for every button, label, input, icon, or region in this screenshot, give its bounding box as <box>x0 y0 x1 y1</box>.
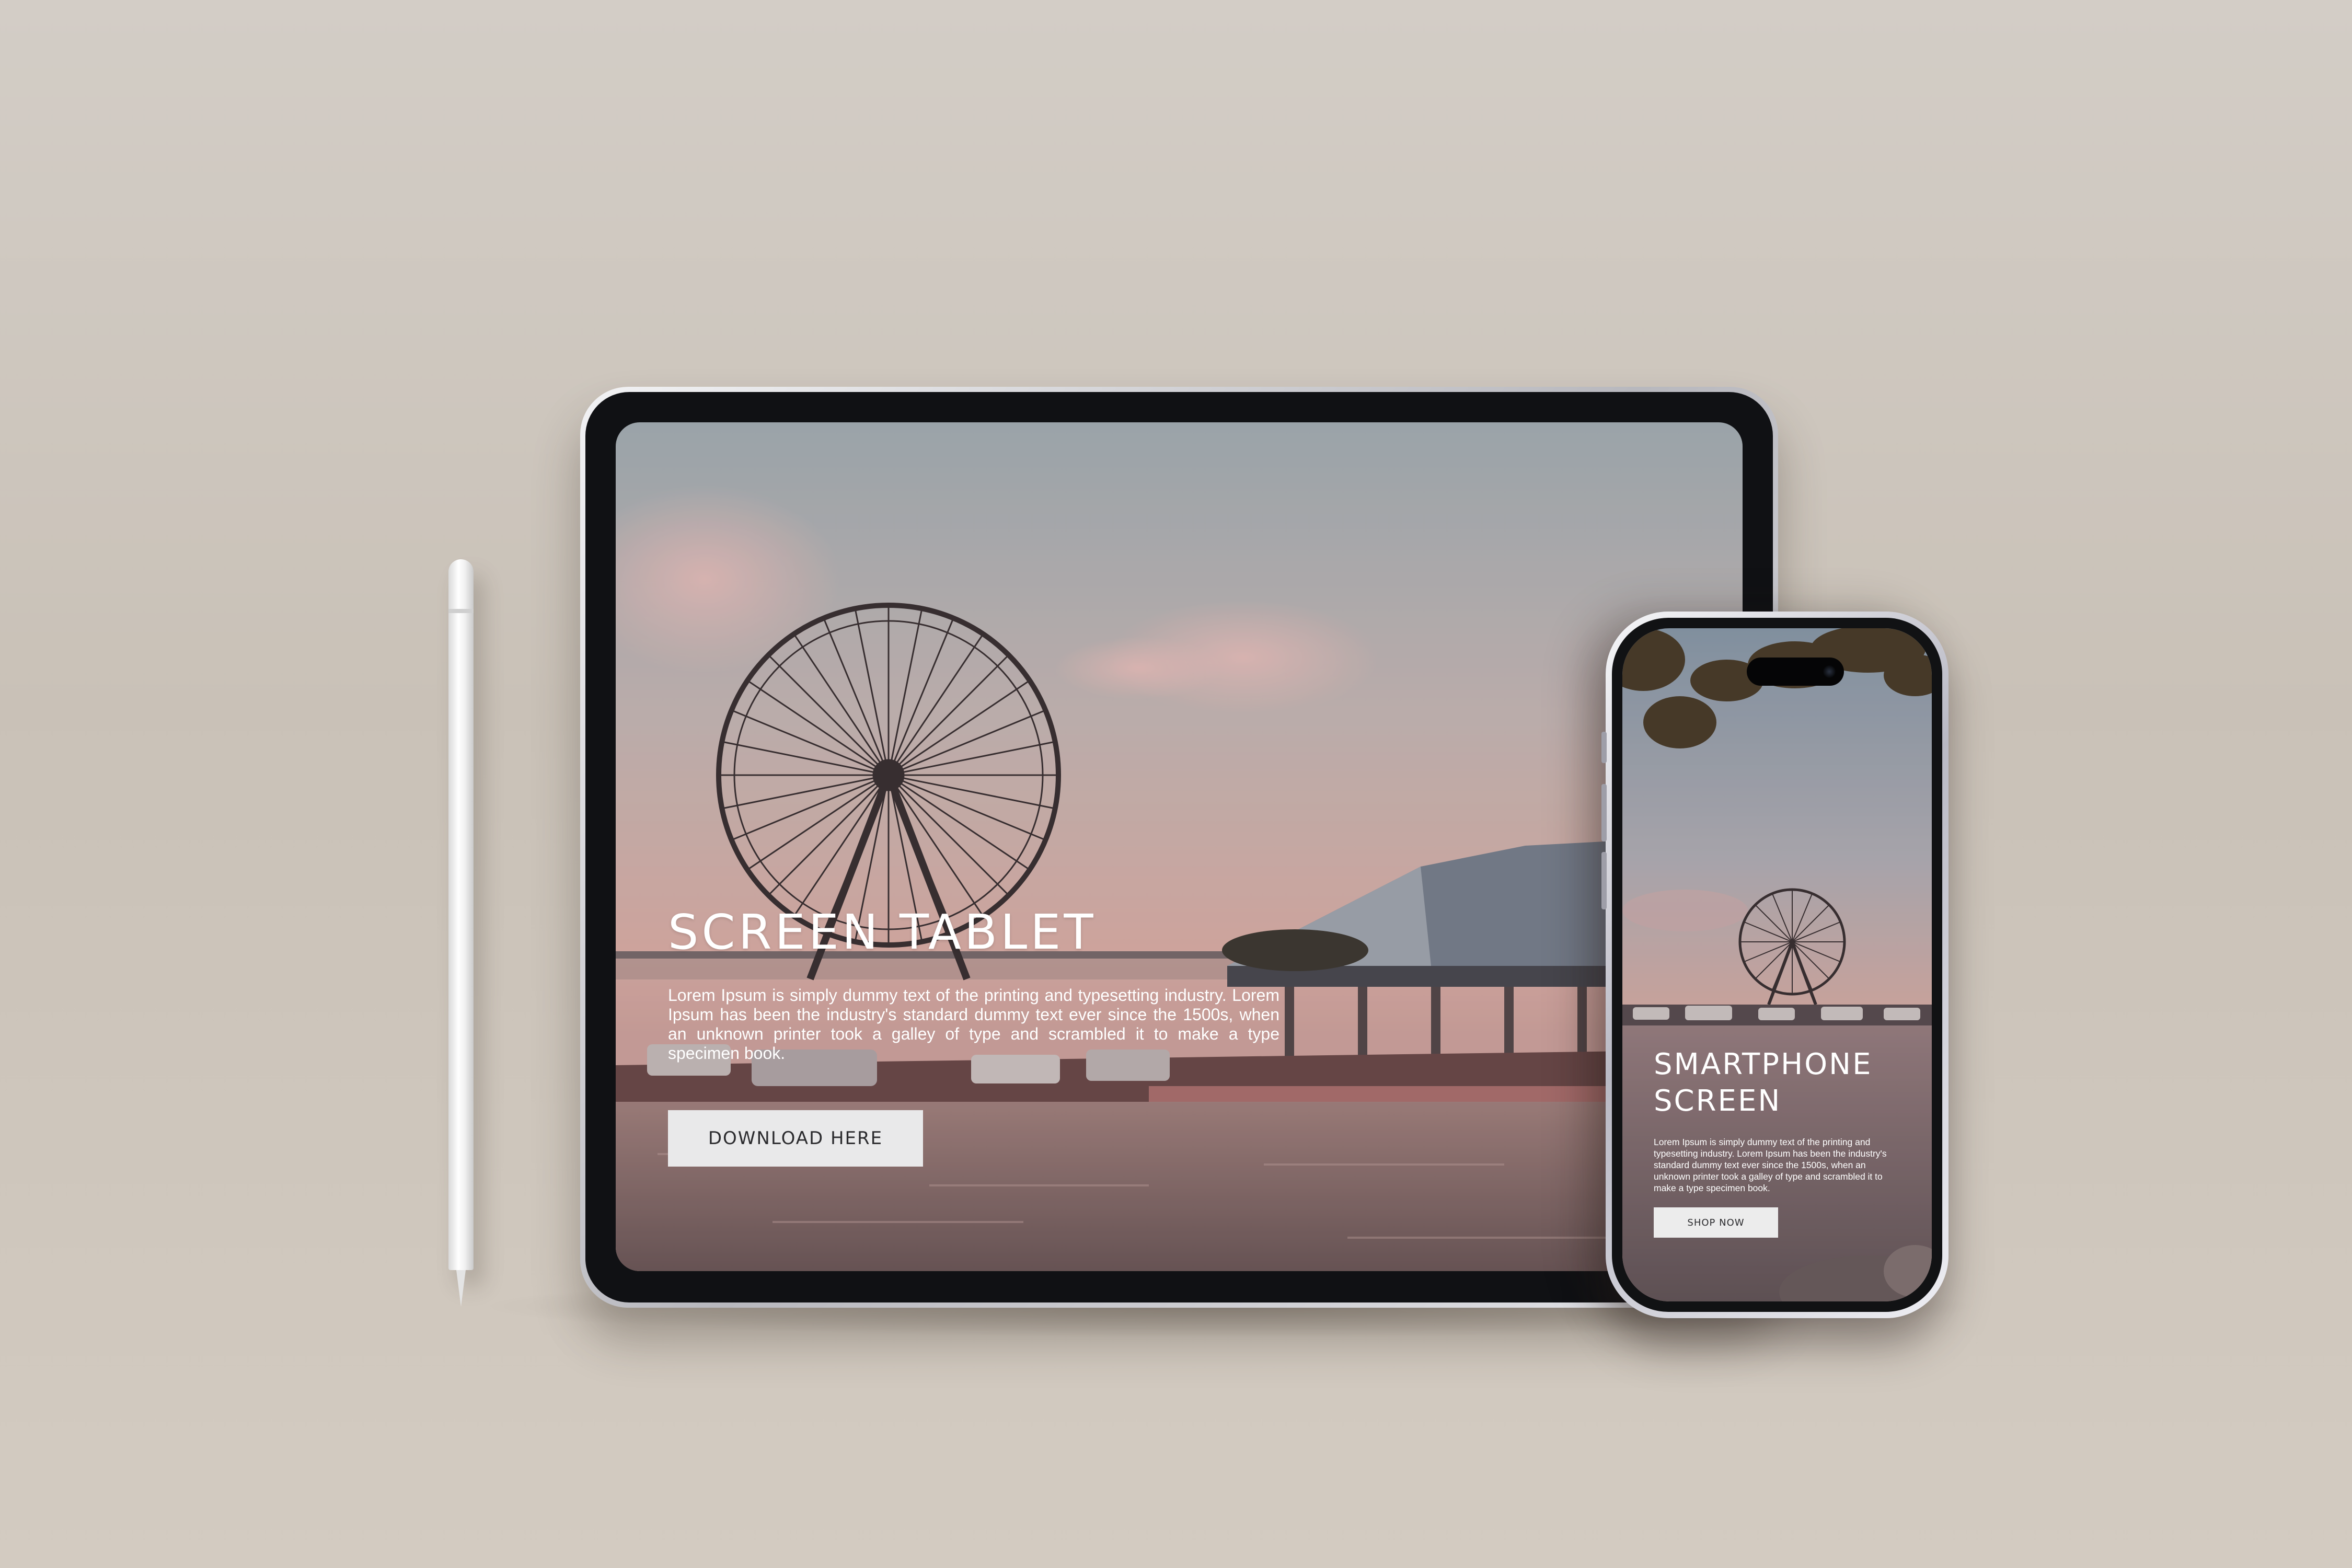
stylus-tip <box>456 1270 466 1307</box>
phone-action-button <box>1601 732 1607 763</box>
tablet-device: SCREEN TABLET Lorem Ipsum is simply dumm… <box>580 387 1778 1308</box>
phone-title: SMARTPHONE SCREEN <box>1654 1047 1873 1118</box>
phone-volume-up-button <box>1601 784 1607 841</box>
dynamic-island <box>1747 658 1844 686</box>
stylus-pencil <box>448 559 474 1270</box>
phone-device: SMARTPHONE SCREEN Lorem Ipsum is simply … <box>1601 612 1949 1318</box>
shop-now-button[interactable]: SHOP NOW <box>1654 1207 1778 1238</box>
tablet-body-text: Lorem Ipsum is simply dummy text of the … <box>668 986 1279 1063</box>
phone-body-text: Lorem Ipsum is simply dummy text of the … <box>1654 1137 1887 1193</box>
phone-background-photo <box>1622 628 1932 1301</box>
phone-volume-down-button <box>1601 852 1607 909</box>
phone-screen: SMARTPHONE SCREEN Lorem Ipsum is simply … <box>1622 628 1932 1301</box>
dynamic-island-camera-icon <box>1823 665 1836 678</box>
tablet-screen: SCREEN TABLET Lorem Ipsum is simply dumm… <box>616 422 1743 1271</box>
stylus-band <box>448 609 474 613</box>
download-button[interactable]: DOWNLOAD HERE <box>668 1110 923 1167</box>
tablet-title: SCREEN TABLET <box>668 904 1097 960</box>
